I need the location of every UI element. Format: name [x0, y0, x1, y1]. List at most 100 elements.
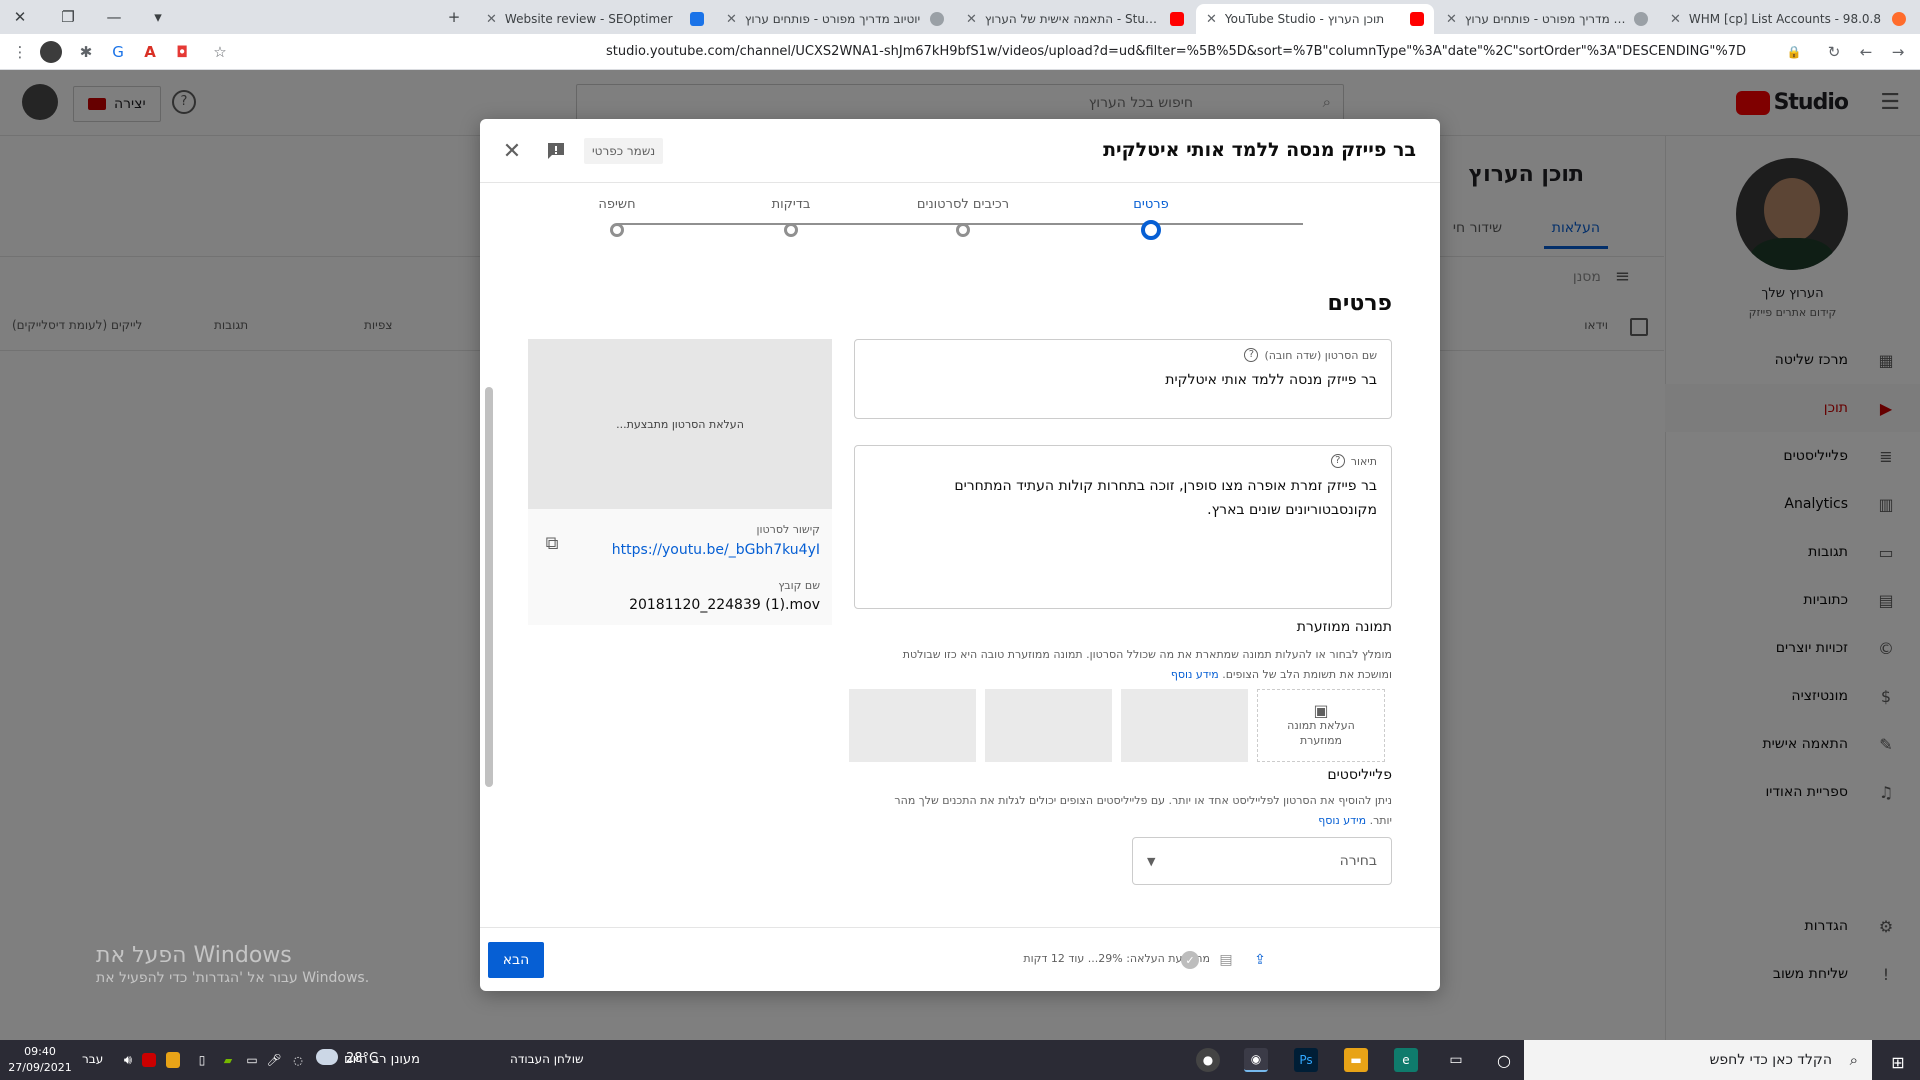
minimize-window-icon[interactable]: — — [98, 0, 130, 34]
desktop-toolbar-label[interactable]: שולחן העבודה — [510, 1052, 583, 1066]
pocket-icon[interactable]: ◘ — [170, 40, 194, 64]
seoptimer-icon — [690, 12, 704, 26]
menu-dots-icon[interactable]: ⋮ — [8, 40, 32, 64]
step-visibility[interactable]: חשיפה — [537, 197, 697, 237]
learn-more-link[interactable]: מידע נוסף — [1171, 668, 1219, 681]
thumbnail-option[interactable] — [1121, 689, 1248, 762]
close-window-icon[interactable]: ✕ — [4, 0, 36, 34]
thumbnail-option[interactable] — [849, 689, 976, 762]
task-view-icon[interactable]: ▭ — [1444, 1048, 1468, 1072]
adobe-icon[interactable]: A — [138, 40, 162, 64]
tab-title: YouTube Studio - תוכן הערוץ — [1224, 12, 1385, 26]
close-tab-icon[interactable]: ✕ — [966, 12, 977, 27]
feedback-icon[interactable] — [544, 139, 568, 163]
step-details[interactable]: פרטים — [1071, 197, 1231, 240]
close-tab-icon[interactable]: ✕ — [1206, 12, 1217, 27]
browser-tab[interactable]: ✕ יוטיוב מדריך מפורט - פותחים ערוץ — [1436, 4, 1658, 34]
url-field[interactable]: studio.youtube.com/channel/UCXS2WNA1-shJ… — [232, 41, 1782, 63]
step-dot — [784, 223, 798, 237]
new-tab-icon[interactable]: + — [438, 0, 470, 34]
close-tab-icon[interactable]: ✕ — [486, 12, 497, 27]
cortana-icon[interactable]: ○ — [1492, 1048, 1516, 1072]
close-tab-icon[interactable]: ✕ — [1670, 12, 1681, 27]
scrollbar[interactable] — [485, 387, 493, 787]
translate-icon[interactable]: G — [106, 40, 130, 64]
thumbnail-option[interactable] — [985, 689, 1112, 762]
upload-thumbnail-button[interactable]: ▣ העלאת תמונה ממוזערת — [1257, 689, 1385, 762]
video-link-label: קישור לסרטון — [756, 523, 821, 536]
description-value: בר פייזק זמרת אופרה מצו סופרן, זוכה בתחר… — [954, 478, 1377, 518]
extension-icon — [1634, 12, 1648, 26]
extensions-icon[interactable]: ✱ — [74, 40, 98, 64]
help-icon[interactable]: ? — [1330, 454, 1345, 468]
profile-avatar-icon[interactable] — [40, 41, 62, 63]
description-field[interactable]: תיאור? בר פייזק זמרת אופרה מצו סופרן, זו… — [854, 445, 1392, 609]
nvidia-icon[interactable]: ▰ — [216, 1048, 240, 1072]
tab-title: התאמה אישית של הערוץ - Studio — [984, 12, 1162, 26]
check-circle-icon: ✓ — [1178, 948, 1202, 972]
microphone-icon[interactable]: 🎤︎ — [262, 1048, 286, 1072]
restore-window-icon[interactable]: ❐ — [52, 0, 84, 34]
browser-tab[interactable]: ✕ Website review - SEOptimer — [476, 4, 714, 34]
browser-tab[interactable]: ✕ התאמה אישית של הערוץ - Studio — [956, 4, 1194, 34]
language-indicator[interactable]: עבר — [82, 1052, 103, 1066]
close-icon[interactable]: ✕ — [500, 139, 524, 164]
playlists-description: ניתן להוסיף את הסרטון לפלייליסט אחד או י… — [876, 791, 1392, 831]
help-icon[interactable]: ? — [1244, 348, 1259, 362]
next-button[interactable]: הבא — [488, 942, 544, 978]
title-input[interactable]: בר פייזק מנסה ללמד אותי איטלקית — [869, 368, 1377, 392]
network-icon[interactable]: ▭ — [240, 1048, 264, 1072]
file-explorer-icon[interactable]: ▬ — [1344, 1048, 1368, 1072]
step-video-elements[interactable]: רכיבים לסרטונים — [883, 197, 1043, 237]
usb-icon[interactable]: ▯ — [190, 1048, 214, 1072]
description-input[interactable]: בר פייזק זמרת אופרה מצו סופרן, זוכה בתחר… — [869, 474, 1377, 522]
clock-time: 09:40 — [24, 1045, 56, 1058]
tab-title: יוטיוב מדריך מפורט - פותחים ערוץ — [1464, 12, 1626, 26]
tab-search-icon[interactable]: ▾ — [142, 0, 174, 34]
step-checks[interactable]: בדיקות — [711, 197, 871, 237]
playlist-select[interactable]: בחירה ▼ — [1132, 837, 1392, 885]
app-tray-icon[interactable] — [166, 1052, 180, 1068]
thumbnail-description: מומלץ לבחור או להעלות תמונה שמתארת את מה… — [876, 645, 1392, 685]
step-label: פרטים — [1133, 197, 1169, 212]
youtube-icon — [1170, 12, 1184, 26]
obs-tray-icon[interactable]: ◌ — [286, 1048, 310, 1072]
video-link[interactable]: https://youtu.be/_bGbh7ku4yI — [612, 542, 820, 558]
dialog-footer: הבא מתבצעת העלאה: 29%... עוד 12 דקות ✓ ▤… — [480, 927, 1440, 991]
browser-tab[interactable]: ✕ WHM [cp] List Accounts - 98.0.8 — [1660, 4, 1916, 34]
file-name: 20181120_224839 (1).mov — [629, 597, 820, 613]
upload-stepper: פרטים רכיבים לסרטונים בדיקות חשיפה — [480, 183, 1440, 263]
adobe-tray-icon[interactable] — [142, 1053, 156, 1067]
copy-icon[interactable]: ⧉ — [540, 531, 564, 555]
edge-icon[interactable]: e — [1394, 1048, 1418, 1072]
chrome-icon[interactable]: ◉ — [1244, 1048, 1268, 1072]
clock[interactable]: 09:40 27/09/2021 — [8, 1044, 72, 1076]
volume-icon[interactable]: 🔊︎ — [116, 1048, 140, 1072]
taskbar-search[interactable]: ⌕ הקלד כאן כדי לחפש — [1524, 1040, 1872, 1080]
step-dot — [610, 223, 624, 237]
search-icon: ⌕ — [1849, 1051, 1858, 1069]
thumbnail-desc-text: מומלץ לבחור או להעלות תמונה שמתארת את מה… — [902, 648, 1392, 681]
browser-tab[interactable]: ✕ יוטיוב מדריך מפורט - פותחים ערוץ — [716, 4, 954, 34]
address-bar: ⋮ ✱ G A ◘ ☆ studio.youtube.com/channel/U… — [0, 34, 1920, 70]
close-tab-icon[interactable]: ✕ — [1446, 12, 1457, 27]
close-tab-icon[interactable]: ✕ — [726, 12, 737, 27]
back-icon[interactable]: → — [1886, 40, 1910, 64]
windows-start-icon[interactable]: ⊞ — [1886, 1050, 1910, 1074]
youtube-icon — [1410, 12, 1424, 26]
windows-activation-watermark: הפעל את Windows עבור אל 'הגדרות' כדי להפ… — [96, 943, 369, 986]
photoshop-icon[interactable]: Ps — [1294, 1048, 1318, 1072]
title-field-label: שם הסרטון (שדה חובה) — [1264, 348, 1377, 362]
description-label: תיאור — [1350, 454, 1377, 468]
learn-more-link[interactable]: מידע נוסף — [1318, 814, 1366, 827]
dialog-body: פרטים שם הסרטון (שדה חובה)? בר פייזק מנס… — [480, 263, 1440, 927]
reload-icon[interactable]: ↻ — [1822, 40, 1846, 64]
browser-tab-active[interactable]: ✕ YouTube Studio - תוכן הערוץ — [1196, 4, 1434, 34]
forward-icon[interactable]: ← — [1854, 40, 1878, 64]
title-field[interactable]: שם הסרטון (שדה חובה)? בר פייזק מנסה ללמד… — [854, 339, 1392, 419]
bookmark-star-icon[interactable]: ☆ — [208, 40, 232, 64]
lock-icon[interactable]: 🔒 — [1782, 40, 1806, 64]
next-label: הבא — [502, 952, 530, 968]
dialog-title: בר פייזק מנסה ללמד אותי איטלקית — [1103, 139, 1416, 161]
obs-icon[interactable]: ● — [1196, 1048, 1220, 1072]
